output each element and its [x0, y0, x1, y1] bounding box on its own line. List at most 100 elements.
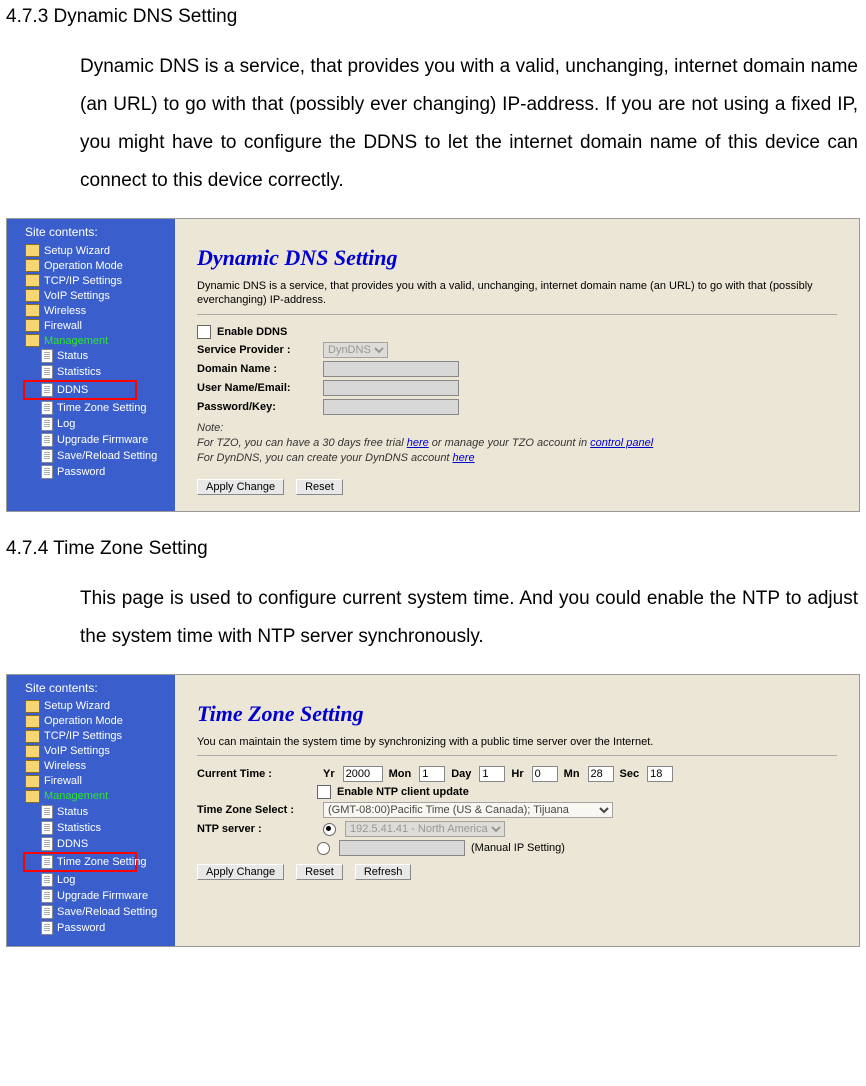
section-body-474: This page is used to configure current s… — [80, 580, 858, 656]
sidebar-sub-save-reload[interactable]: Save/Reload Setting — [7, 448, 175, 464]
sidebar-item-wireless[interactable]: Wireless — [7, 303, 175, 318]
panel-desc: You can maintain the system time by sync… — [197, 735, 837, 749]
file-icon — [41, 805, 53, 819]
sidebar-item-label: Time Zone Setting — [57, 402, 146, 414]
sidebar-item-label: Upgrade Firmware — [57, 890, 148, 902]
sidebar-sub-log[interactable]: Log — [7, 416, 175, 432]
folder-icon — [25, 745, 40, 758]
sidebar-item-tcpip[interactable]: TCP/IP Settings — [7, 729, 175, 744]
sidebar-item-firewall[interactable]: Firewall — [7, 774, 175, 789]
sidebar-sub-timezone[interactable]: Time Zone Setting — [7, 400, 175, 416]
file-icon — [41, 383, 53, 397]
folder-icon — [25, 304, 40, 317]
file-icon — [41, 401, 53, 415]
file-icon — [41, 449, 53, 463]
sidebar-item-label: Firewall — [44, 320, 82, 332]
sidebar-title: Site contents: — [7, 223, 175, 243]
domain-name-input[interactable] — [323, 361, 459, 377]
note-text: or manage your TZO account in — [429, 437, 590, 449]
sidebar-sub-statistics[interactable]: Statistics — [7, 820, 175, 836]
sidebar-sub-statistics[interactable]: Statistics — [7, 364, 175, 380]
hr-input[interactable] — [532, 766, 558, 782]
sidebar-item-label: Time Zone Setting — [57, 856, 146, 868]
sidebar: Site contents: Setup Wizard Operation Mo… — [7, 219, 175, 511]
dyndns-create-link[interactable]: here — [453, 452, 475, 464]
sidebar-item-voip[interactable]: VoIP Settings — [7, 744, 175, 759]
enable-ntp-checkbox[interactable] — [317, 785, 331, 799]
sidebar-item-label: Operation Mode — [44, 715, 123, 727]
sidebar-item-label: Statistics — [57, 822, 101, 834]
sidebar-item-management[interactable]: Management — [7, 333, 175, 348]
service-provider-select[interactable]: DynDNS — [323, 342, 388, 358]
ntp-server-select[interactable]: 192.5.41.41 - North America — [345, 821, 505, 837]
sidebar-item-wireless[interactable]: Wireless — [7, 759, 175, 774]
manual-ip-label: (Manual IP Setting) — [471, 842, 565, 854]
ntp-server-radio-manual[interactable] — [317, 842, 330, 855]
folder-icon — [25, 319, 40, 332]
yr-label: Yr — [323, 768, 335, 780]
file-icon — [41, 365, 53, 379]
sidebar-item-operation-mode[interactable]: Operation Mode — [7, 714, 175, 729]
folder-icon — [25, 244, 40, 257]
mon-input[interactable] — [419, 766, 445, 782]
refresh-button[interactable]: Refresh — [355, 864, 412, 880]
sidebar-item-label: Operation Mode — [44, 260, 123, 272]
reset-button[interactable]: Reset — [296, 479, 343, 495]
enable-ddns-checkbox[interactable] — [197, 325, 211, 339]
section-body-473: Dynamic DNS is a service, that provides … — [80, 48, 858, 200]
sidebar-item-setup-wizard[interactable]: Setup Wizard — [7, 243, 175, 258]
file-icon — [41, 855, 53, 869]
ntp-manual-input[interactable] — [339, 840, 465, 856]
sidebar-sub-log[interactable]: Log — [7, 872, 175, 888]
password-input[interactable] — [323, 399, 459, 415]
apply-change-button[interactable]: Apply Change — [197, 864, 284, 880]
tzo-control-panel-link[interactable]: control panel — [590, 437, 653, 449]
folder-icon — [25, 700, 40, 713]
folder-icon — [25, 775, 40, 788]
separator — [197, 314, 837, 315]
ntp-server-label: NTP server : — [197, 823, 317, 835]
sidebar-item-voip[interactable]: VoIP Settings — [7, 288, 175, 303]
sidebar-item-setup-wizard[interactable]: Setup Wizard — [7, 699, 175, 714]
timezone-select[interactable]: (GMT-08:00)Pacific Time (US & Canada); T… — [323, 802, 613, 818]
sidebar-item-label: Setup Wizard — [44, 700, 110, 712]
yr-input[interactable] — [343, 766, 383, 782]
sidebar-sub-ddns[interactable]: DDNS — [7, 836, 175, 852]
sidebar-item-label: TCP/IP Settings — [44, 275, 122, 287]
note-block: Note: For TZO, you can have a 30 days fr… — [197, 421, 837, 467]
sidebar-sub-upgrade[interactable]: Upgrade Firmware — [7, 432, 175, 448]
sidebar-sub-ddns[interactable]: DDNS — [23, 380, 137, 400]
content-panel-ddns: Dynamic DNS Setting Dynamic DNS is a ser… — [175, 219, 859, 511]
sidebar-sub-status[interactable]: Status — [7, 348, 175, 364]
folder-icon — [25, 289, 40, 302]
user-name-input[interactable] — [323, 380, 459, 396]
sidebar-sub-save-reload[interactable]: Save/Reload Setting — [7, 904, 175, 920]
reset-button[interactable]: Reset — [296, 864, 343, 880]
sec-input[interactable] — [647, 766, 673, 782]
sidebar-item-label: VoIP Settings — [44, 745, 110, 757]
sidebar-item-firewall[interactable]: Firewall — [7, 318, 175, 333]
sidebar-item-tcpip[interactable]: TCP/IP Settings — [7, 273, 175, 288]
sidebar-sub-password[interactable]: Password — [7, 464, 175, 480]
sidebar-sub-status[interactable]: Status — [7, 804, 175, 820]
sidebar-sub-timezone[interactable]: Time Zone Setting — [23, 852, 137, 872]
sidebar-item-label: Log — [57, 418, 75, 430]
file-icon — [41, 349, 53, 363]
note-title: Note: — [197, 422, 223, 434]
mn-input[interactable] — [588, 766, 614, 782]
screenshot-ddns: Site contents: Setup Wizard Operation Mo… — [6, 218, 860, 512]
sidebar-sub-password[interactable]: Password — [7, 920, 175, 936]
ntp-server-radio-preset[interactable] — [323, 823, 336, 836]
sidebar-item-management[interactable]: Management — [7, 789, 175, 804]
sidebar-item-label: Save/Reload Setting — [57, 906, 157, 918]
apply-change-button[interactable]: Apply Change — [197, 479, 284, 495]
day-input[interactable] — [479, 766, 505, 782]
tzo-trial-link[interactable]: here — [407, 437, 429, 449]
file-icon — [41, 821, 53, 835]
sidebar-sub-upgrade[interactable]: Upgrade Firmware — [7, 888, 175, 904]
domain-name-label: Domain Name : — [197, 363, 317, 375]
sidebar-item-operation-mode[interactable]: Operation Mode — [7, 258, 175, 273]
section-title-474: 4.7.4 Time Zone Setting — [6, 538, 866, 560]
file-icon — [41, 837, 53, 851]
day-label: Day — [451, 768, 471, 780]
